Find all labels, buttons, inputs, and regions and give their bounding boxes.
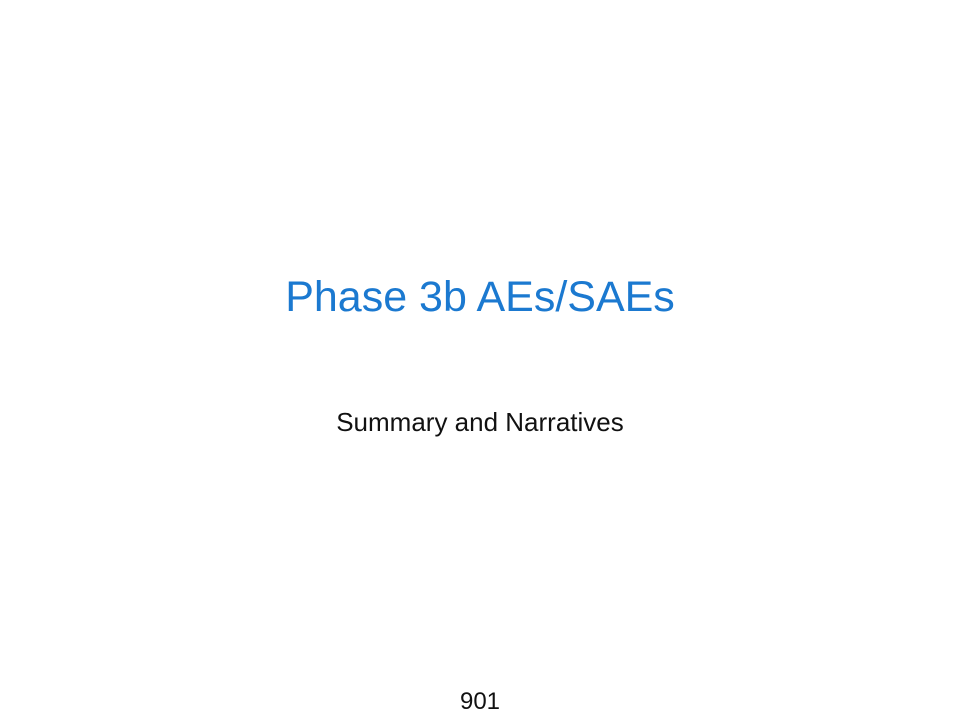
slide: Phase 3b AEs/SAEs Summary and Narratives… [0,0,960,720]
slide-title: Phase 3b AEs/SAEs [285,273,675,321]
page-number: 901 [459,688,501,715]
slide-subtitle: Summary and Narratives [336,407,624,437]
